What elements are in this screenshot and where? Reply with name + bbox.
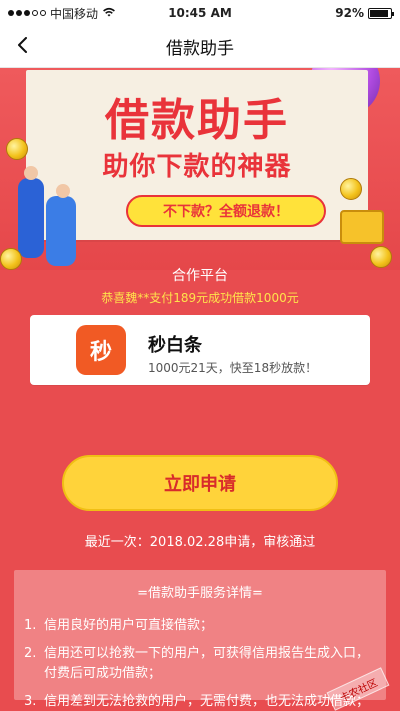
partner-label: 合作平台 bbox=[172, 268, 228, 284]
chevron-left-icon bbox=[15, 37, 31, 57]
service-details: =借款助手服务详情= 1. 信用良好的用户可直接借款； 2. 信用还可以抢救一下… bbox=[14, 570, 386, 709]
battery-icon bbox=[368, 7, 394, 19]
service-detail-text: 信用良好的用户可直接借款； bbox=[44, 618, 214, 633]
banner-title: 借款助手 bbox=[105, 95, 289, 146]
loan-product-name: 秒白条 bbox=[148, 335, 202, 356]
loan-product-card[interactable]: 秒 秒白条 1000元21天，快至18秒放款！ bbox=[30, 315, 370, 385]
refund-pill: 不下款？全额退款！ bbox=[126, 195, 326, 227]
status-time: 10:45 AM bbox=[168, 6, 232, 20]
hero-banner: 借款助手 助你下款的神器 不下款？全额退款！ bbox=[0, 68, 400, 270]
status-bar: 中国移动 10:45 AM 92% bbox=[0, 0, 400, 26]
service-detail-item: 1. 信用良好的用户可直接借款； bbox=[24, 616, 374, 636]
service-details-list: 1. 信用良好的用户可直接借款； 2. 信用还可以抢救一下的用户，可获得信用报告… bbox=[24, 616, 374, 711]
service-detail-text: 信用还可以抢救一下的用户，可获得信用报告生成入口，付费后可成功借款； bbox=[44, 646, 370, 682]
back-button[interactable] bbox=[10, 34, 36, 60]
person-figure bbox=[18, 178, 44, 258]
loan-product-desc: 1000元21天，快至18秒放款！ bbox=[148, 361, 318, 375]
service-detail-number: 1. bbox=[24, 618, 37, 633]
coin-icon bbox=[340, 178, 362, 200]
navigation-bar: 借款助手 bbox=[0, 26, 400, 68]
service-detail-text: 信用差到无法抢救的用户，无需付费，也无法成功借款； bbox=[44, 694, 370, 710]
person-head bbox=[56, 184, 70, 198]
service-detail-item: 2. 信用还可以抢救一下的用户，可获得信用报告生成入口，付费后可成功借款； bbox=[24, 644, 374, 684]
service-detail-item: 3. 信用差到无法抢救的用户，无需付费，也无法成功借款； bbox=[24, 692, 374, 711]
apply-now-button[interactable]: 立即申请 bbox=[62, 455, 338, 511]
loan-app-icon-text: 秒 bbox=[89, 340, 112, 365]
person-head bbox=[24, 166, 38, 180]
treasure-chest-icon bbox=[340, 210, 384, 244]
battery-fill bbox=[370, 9, 389, 17]
service-detail-number: 2. bbox=[24, 646, 37, 662]
service-detail-number: 3. bbox=[24, 694, 37, 710]
partner-section: 合作平台 恭喜魏**支付189元成功借款1000元 秒 秒白条 1000元21天… bbox=[14, 255, 386, 709]
loan-app-icon: 秒 bbox=[76, 325, 126, 375]
coin-icon bbox=[6, 138, 28, 160]
service-details-title: =借款助手服务详情= bbox=[137, 586, 263, 601]
page-title: 借款助手 bbox=[166, 39, 234, 59]
last-apply-info: 最近一次：2018.02.28申请，审核通过 bbox=[84, 535, 316, 550]
congrats-ticker: 恭喜魏**支付189元成功借款1000元 bbox=[101, 291, 299, 305]
